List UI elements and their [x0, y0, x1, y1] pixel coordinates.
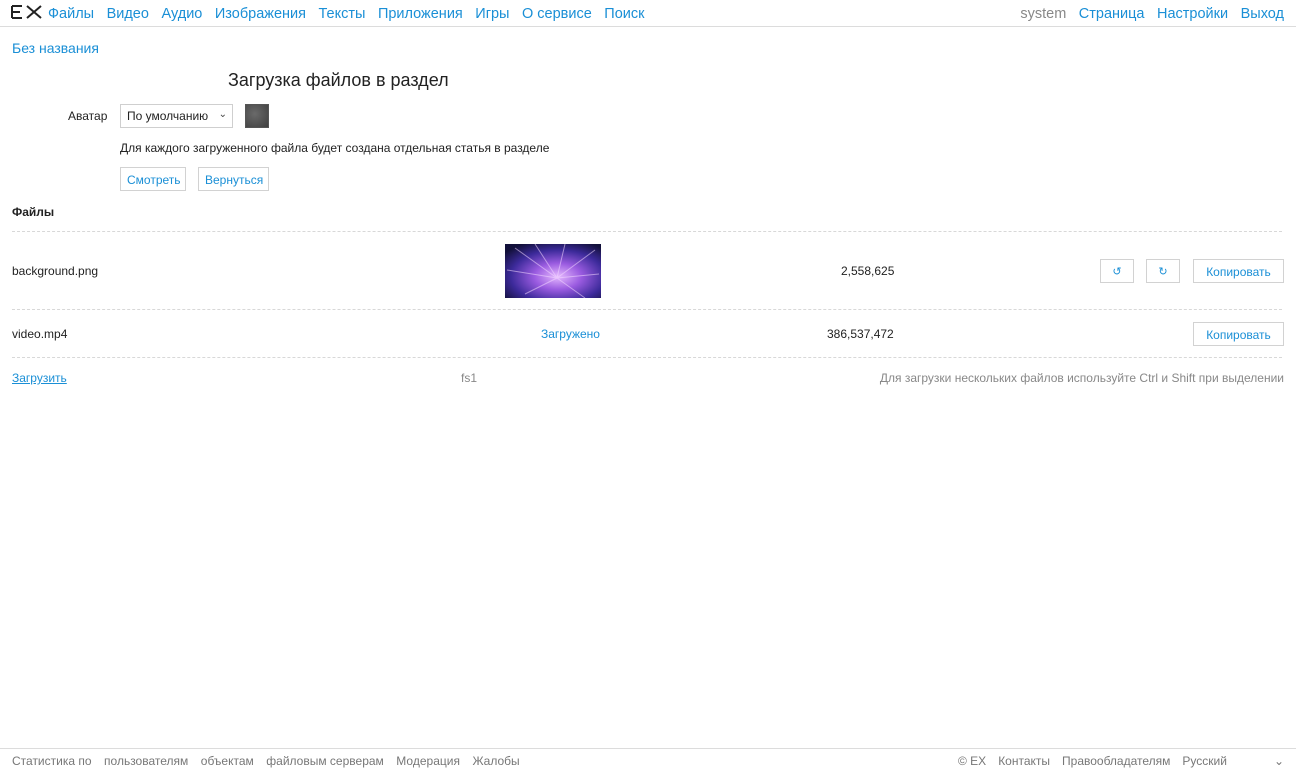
divider: [12, 357, 1282, 358]
copy-button[interactable]: Копировать: [1193, 322, 1284, 346]
nav-texts[interactable]: Тексты: [319, 6, 366, 22]
file-size: 386,537,472: [827, 327, 894, 341]
nav-page[interactable]: Страница: [1079, 6, 1145, 22]
username: system: [1020, 6, 1067, 22]
footer-copyright: © EX: [958, 754, 987, 768]
avatar-select[interactable]: По умолчанию ⌄: [120, 104, 233, 128]
footer-users[interactable]: пользователям: [104, 754, 188, 768]
user-nav: system Страница Настройки Выход: [1008, 6, 1284, 22]
files-section-title: Файлы: [12, 205, 55, 219]
upload-status-link[interactable]: Загружено: [541, 327, 600, 341]
footer: Статистика по пользователям объектам фай…: [0, 748, 1296, 772]
nav-about[interactable]: О сервисе: [522, 6, 592, 22]
footer-moderation[interactable]: Модерация: [396, 754, 460, 768]
footer-objects[interactable]: объектам: [201, 754, 254, 768]
footer-file-servers[interactable]: файловым серверам: [266, 754, 384, 768]
top-nav-bar: Файлы Видео Аудио Изображения Тексты При…: [0, 0, 1296, 27]
avatar-preview: [245, 104, 269, 128]
nav-games[interactable]: Игры: [475, 6, 509, 22]
rotate-left-button[interactable]: ↺: [1100, 259, 1134, 283]
nav-images[interactable]: Изображения: [215, 6, 306, 22]
upload-link[interactable]: Загрузить: [12, 371, 67, 385]
nav-search[interactable]: Поиск: [604, 6, 644, 22]
file-name: background.png: [12, 264, 99, 278]
view-button[interactable]: Смотреть: [120, 167, 186, 191]
chevron-down-icon[interactable]: ⌄: [1274, 754, 1284, 768]
file-server-label: fs1: [461, 371, 478, 385]
upload-note: Для каждого загруженного файла будет соз…: [120, 141, 550, 155]
footer-rightholders[interactable]: Правообладателям: [1062, 754, 1170, 768]
image-thumbnail-icon: [505, 244, 601, 298]
nav-files[interactable]: Файлы: [48, 6, 94, 22]
main-nav: Файлы Видео Аудио Изображения Тексты При…: [48, 6, 657, 22]
copy-button[interactable]: Копировать: [1193, 259, 1284, 283]
avatar-select-value: По умолчанию: [127, 109, 209, 123]
chevron-down-icon: ⌄: [218, 109, 227, 120]
back-button[interactable]: Вернуться: [198, 167, 269, 191]
breadcrumb[interactable]: Без названия: [12, 40, 99, 56]
footer-stats[interactable]: Статистика по: [12, 754, 92, 768]
file-thumbnail[interactable]: [505, 244, 601, 298]
footer-right: © EX Контакты Правообладателям Русский ⌄: [946, 754, 1284, 768]
footer-links: Статистика по пользователям объектам фай…: [12, 754, 532, 768]
avatar-label: Аватар: [68, 109, 108, 123]
nav-settings[interactable]: Настройки: [1157, 6, 1228, 22]
divider: [12, 231, 1282, 232]
footer-complaints[interactable]: Жалобы: [472, 754, 519, 768]
ex-logo-icon[interactable]: [11, 4, 43, 20]
file-size: 2,558,625: [841, 264, 895, 278]
nav-video[interactable]: Видео: [107, 6, 149, 22]
nav-audio[interactable]: Аудио: [161, 6, 202, 22]
page-title: Загрузка файлов в раздел: [228, 70, 449, 90]
nav-logout[interactable]: Выход: [1241, 6, 1284, 22]
file-name: video.mp4: [12, 327, 68, 341]
upload-hint: Для загрузки нескольких файлов используй…: [879, 371, 1284, 385]
language-select[interactable]: Русский: [1182, 754, 1227, 768]
nav-apps[interactable]: Приложения: [378, 6, 463, 22]
footer-contacts[interactable]: Контакты: [998, 754, 1050, 768]
rotate-right-button[interactable]: ↻: [1146, 259, 1180, 283]
divider: [12, 309, 1282, 310]
